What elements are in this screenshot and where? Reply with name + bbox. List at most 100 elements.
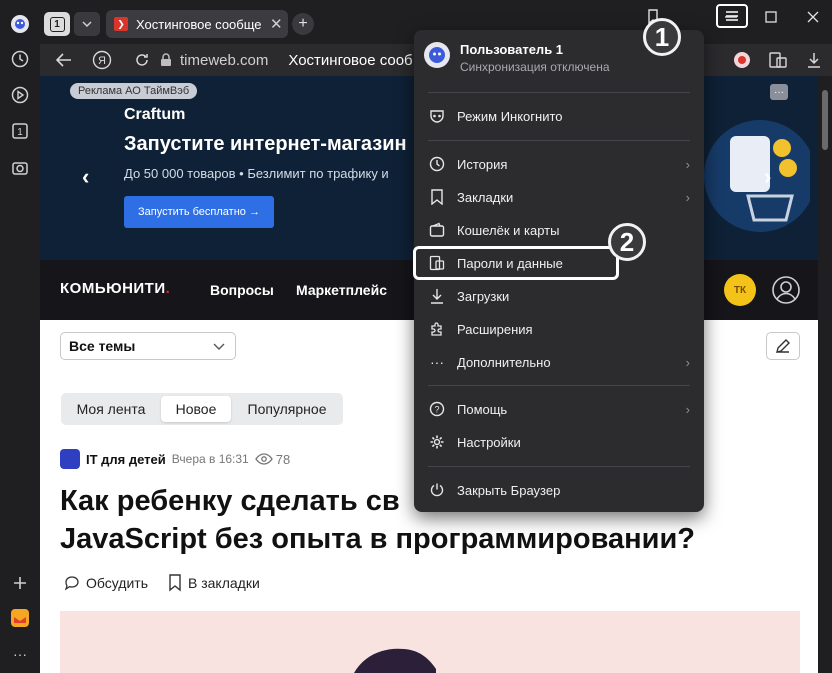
discuss-label: Обсудить [86, 575, 148, 591]
history-icon [428, 155, 446, 173]
site-logo-dot: . [165, 280, 171, 297]
post-cover-image[interactable] [60, 611, 800, 673]
menu-item-wallet[interactable]: Кошелёк и карты [414, 214, 704, 246]
menu-item-label: Закладки [457, 189, 514, 205]
menu-item-label: Настройки [457, 434, 521, 450]
tabs-counter-icon[interactable]: 1 [9, 120, 31, 142]
user-profile-icon[interactable] [770, 274, 802, 306]
topic-filter-value: Все темы [69, 338, 136, 354]
maximize-icon [765, 11, 777, 23]
cover-illustration-icon [354, 648, 436, 673]
eye-icon [254, 453, 273, 465]
menu-item-close-browser[interactable]: Закрыть Браузер [414, 474, 704, 506]
author-avatar-icon[interactable] [60, 449, 80, 469]
tab-count-value: 1 [49, 16, 65, 32]
ad-next-arrow-icon[interactable]: › [764, 164, 771, 190]
site-logo[interactable]: КОМЬЮНИТИ. [60, 280, 170, 297]
close-window-button[interactable] [802, 6, 824, 28]
extensions-icon [428, 320, 446, 338]
nav-link-marketplace[interactable]: Маркетплейс [296, 282, 387, 298]
yandex-home-button[interactable]: Я [90, 48, 114, 72]
ad-title: Запустите интернет-магазин [124, 133, 407, 155]
chevron-right-icon: › [685, 401, 690, 417]
chevron-down-icon [213, 343, 225, 350]
screenshot-icon[interactable] [9, 157, 31, 179]
protect-extension-icon[interactable] [730, 48, 754, 72]
menu-item-label: История [457, 156, 508, 172]
close-icon [807, 11, 819, 23]
bookmark-button[interactable]: В закладки [168, 574, 260, 592]
tab-title: Хостинговое сообщест [136, 16, 262, 32]
tab-popular[interactable]: Популярное [237, 396, 337, 422]
post-views-count: 78 [275, 451, 291, 467]
step-callout-2: 2 [608, 223, 646, 261]
passwords-toolbar-icon[interactable] [766, 48, 790, 72]
page-scrollbar[interactable] [818, 76, 832, 673]
menu-item-downloads[interactable]: Загрузки [414, 280, 704, 312]
incognito-icon [428, 107, 446, 125]
comment-icon [64, 576, 79, 591]
url-page-title: Хостинговое сооб [288, 51, 413, 69]
menu-item-label: Закрыть Браузер [457, 482, 561, 498]
ad-cta-button[interactable]: Запустить бесплатно → [124, 196, 274, 228]
more-panels-icon[interactable]: ··· [9, 643, 31, 665]
close-tab-icon[interactable]: ✕ [270, 15, 283, 33]
new-tab-button[interactable]: + [292, 13, 314, 35]
menu-item-settings[interactable]: Настройки [414, 426, 704, 458]
maximize-button[interactable] [760, 6, 782, 28]
topic-filter-select[interactable]: Все темы [60, 332, 236, 360]
tab-my-feed[interactable]: Моя лента [67, 396, 155, 422]
avatar[interactable]: ТК [724, 274, 756, 306]
ad-prev-arrow-icon[interactable]: ‹ [82, 164, 89, 190]
downloads-toolbar-icon[interactable] [802, 48, 826, 72]
post-time: Вчера в 16:31 [171, 452, 249, 466]
menu-item-label: Кошелёк и карты [457, 222, 560, 238]
menu-item-history[interactable]: История › [414, 148, 704, 180]
step-callout-1: 1 [643, 18, 681, 56]
arrow-left-icon [56, 53, 71, 67]
menu-divider [428, 92, 690, 93]
pencil-icon [776, 339, 790, 353]
ad-options-button[interactable]: ··· [770, 84, 788, 100]
settings-icon [428, 433, 446, 451]
post-author[interactable]: IT для детей [86, 452, 166, 467]
media-play-icon[interactable] [9, 84, 31, 106]
passwords-highlight-frame [413, 246, 619, 280]
menu-item-label: Режим Инкогнито [457, 108, 563, 124]
minimize-button[interactable] [720, 6, 742, 28]
menu-item-label: Загрузки [457, 288, 510, 304]
mail-app-icon[interactable] [9, 607, 31, 629]
tabs-dropdown-button[interactable] [74, 12, 100, 36]
tab-count-button[interactable]: 1 [44, 12, 70, 36]
add-panel-icon[interactable] [9, 572, 31, 594]
svg-text:1: 1 [17, 127, 23, 138]
feed-tabs: Моя лента Новое Популярное [61, 393, 343, 425]
browser-window: 1 ··· 1 ❯ Хостинговое сообщест ✕ + Я tim… [0, 0, 832, 673]
discuss-button[interactable]: Обсудить [64, 574, 148, 592]
menu-divider [428, 466, 690, 467]
menu-item-bookmarks[interactable]: Закладки › [414, 181, 704, 213]
menu-item-incognito[interactable]: Режим Инкогнито [414, 100, 704, 132]
yandex-logo-icon: Я [92, 50, 112, 70]
url-field[interactable]: timeweb.com Хостинговое сооб [160, 46, 420, 74]
menu-item-extensions[interactable]: Расширения [414, 313, 704, 345]
lock-icon [161, 53, 171, 66]
reload-button[interactable] [130, 48, 154, 72]
alice-assistant-icon[interactable] [9, 13, 31, 35]
site-favicon-icon: ❯ [114, 17, 128, 31]
chevron-right-icon: › [685, 156, 690, 172]
menu-item-more[interactable]: ··· Дополнительно › [414, 346, 704, 378]
post-views: 78 [254, 451, 291, 467]
post-headline-line2: JavaScript без опыта в программировании? [60, 523, 696, 555]
menu-item-help[interactable]: ? Помощь › [414, 393, 704, 425]
tab-new[interactable]: Новое [161, 396, 231, 422]
nav-link-questions[interactable]: Вопросы [210, 282, 274, 298]
menu-item-label: Дополнительно [457, 354, 551, 370]
menu-divider [428, 385, 690, 386]
profile-sync-status: Синхронизация отключена [460, 60, 610, 74]
tab-active[interactable]: ❯ Хостинговое сообщест ✕ [106, 10, 288, 38]
write-post-button[interactable] [766, 332, 800, 360]
scrollbar-thumb[interactable] [822, 90, 828, 150]
history-clock-icon[interactable] [9, 48, 31, 70]
back-button[interactable] [52, 48, 76, 72]
